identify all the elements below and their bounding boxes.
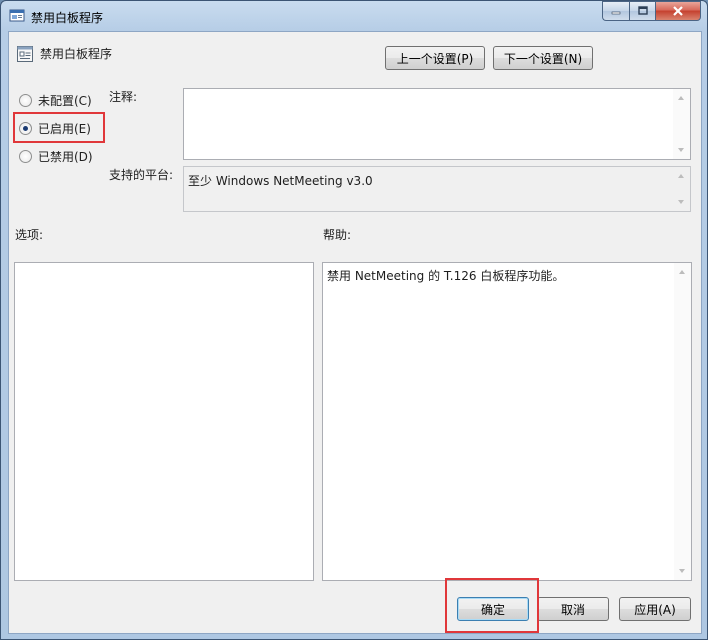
dialog-client-area: 禁用白板程序 上一个设置(P) 下一个设置(N) 未配置(C) 已启用(E) 已… bbox=[8, 31, 702, 634]
comment-label: 注释: bbox=[109, 90, 138, 104]
apply-button[interactable]: 应用(A) bbox=[619, 597, 691, 621]
scroll-up-icon[interactable] bbox=[678, 96, 684, 100]
window-controls bbox=[602, 1, 701, 21]
minimize-button[interactable] bbox=[602, 1, 629, 21]
next-setting-button[interactable]: 下一个设置(N) bbox=[493, 46, 593, 70]
group-policy-icon bbox=[9, 9, 25, 22]
comment-textarea[interactable] bbox=[183, 88, 691, 160]
maximize-icon bbox=[637, 6, 648, 15]
dialog-window: 禁用白板程序 禁用白板程序 上一个设置(P) 下一个设置(N) 未配置(C) 已… bbox=[0, 0, 708, 640]
help-panel: 禁用 NetMeeting 的 T.126 白板程序功能。 bbox=[322, 262, 692, 581]
maximize-button[interactable] bbox=[629, 1, 655, 21]
previous-setting-button[interactable]: 上一个设置(P) bbox=[385, 46, 485, 70]
radio-button[interactable] bbox=[19, 150, 32, 163]
help-label: 帮助: bbox=[323, 228, 352, 242]
help-scrollbar[interactable] bbox=[674, 263, 691, 580]
help-text: 禁用 NetMeeting 的 T.126 白板程序功能。 bbox=[327, 269, 565, 283]
scroll-down-icon[interactable] bbox=[679, 569, 685, 573]
radio-label: 未配置(C) bbox=[38, 94, 92, 108]
highlight-ok-annotation bbox=[445, 578, 539, 633]
radio-button[interactable] bbox=[19, 94, 32, 107]
window-title: 禁用白板程序 bbox=[31, 11, 104, 25]
radio-not-configured[interactable]: 未配置(C) bbox=[19, 92, 92, 109]
cancel-button[interactable]: 取消 bbox=[537, 597, 609, 621]
options-panel bbox=[14, 262, 314, 581]
minimize-icon bbox=[611, 11, 621, 15]
options-label: 选项: bbox=[15, 228, 44, 242]
scroll-up-icon[interactable] bbox=[678, 174, 684, 178]
radio-label: 已禁用(D) bbox=[38, 150, 93, 164]
platform-label: 支持的平台: bbox=[109, 168, 174, 182]
comment-scrollbar[interactable] bbox=[673, 89, 690, 159]
title-bar[interactable]: 禁用白板程序 bbox=[1, 1, 707, 31]
platform-field: 至少 Windows NetMeeting v3.0 bbox=[183, 166, 691, 212]
setting-title: 禁用白板程序 bbox=[40, 47, 113, 61]
close-icon bbox=[673, 6, 683, 16]
radio-disabled[interactable]: 已禁用(D) bbox=[19, 148, 93, 165]
platform-value: 至少 Windows NetMeeting v3.0 bbox=[188, 174, 373, 188]
scroll-down-icon[interactable] bbox=[678, 200, 684, 204]
platform-scrollbar[interactable] bbox=[673, 167, 690, 211]
highlight-enabled-annotation bbox=[13, 112, 105, 143]
scroll-up-icon[interactable] bbox=[679, 270, 685, 274]
close-button[interactable] bbox=[655, 1, 701, 21]
scroll-down-icon[interactable] bbox=[678, 148, 684, 152]
policy-setting-icon bbox=[17, 46, 33, 62]
